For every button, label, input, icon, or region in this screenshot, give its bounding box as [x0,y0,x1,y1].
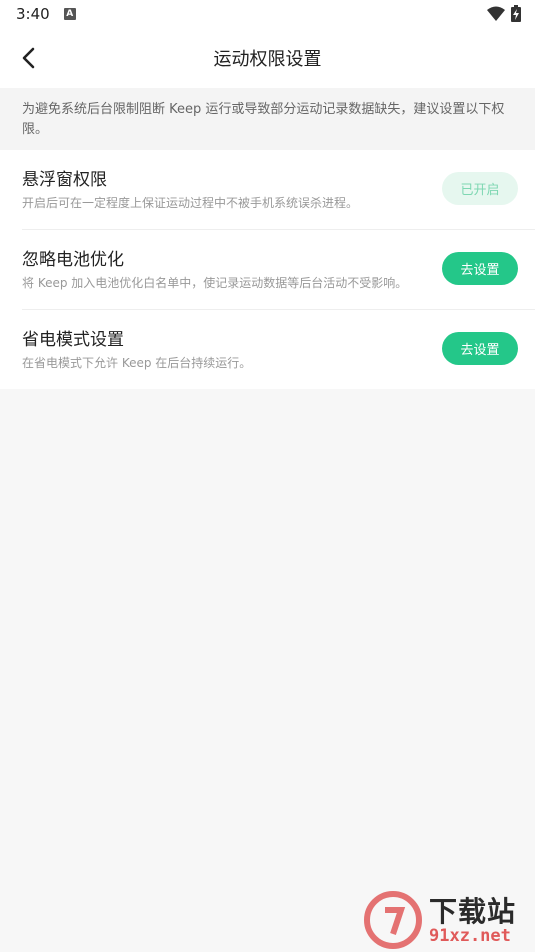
header: 运动权限设置 [0,28,535,88]
permission-item-battery-optimization: 忽略电池优化 将 Keep 加入电池优化白名单中，使记录运动数据等后台活动不受影… [0,230,535,310]
watermark-text-bottom: 91xz.net [429,926,511,946]
go-settings-button[interactable]: 去设置 [442,252,518,285]
page-title: 运动权限设置 [213,49,322,70]
permission-item-floating-window: 悬浮窗权限 开启后可在一定程度上保证运动过程中不被手机系统误杀进程。 已开启 [0,150,535,230]
notification-a-icon: A [63,8,76,20]
permission-item-power-saving: 省电模式设置 在省电模式下允许 Keep 在后台持续运行。 去设置 [0,310,535,389]
wifi-icon [487,6,505,21]
status-icons [487,5,521,22]
status-bar: 3:40 A [0,0,535,28]
status-time: 3:40 [16,5,50,23]
watermark-text-top: 下载站 [429,895,517,928]
back-arrow-icon[interactable] [18,46,42,70]
notice-text: 为避免系统后台限制阻断 Keep 运行或导致部分运动记录数据缺失，建议设置以下权… [0,88,535,150]
battery-charging-icon [511,5,521,22]
enabled-button[interactable]: 已开启 [442,172,518,205]
go-settings-button[interactable]: 去设置 [442,332,518,365]
permission-list: 悬浮窗权限 开启后可在一定程度上保证运动过程中不被手机系统误杀进程。 已开启 忽… [0,150,535,389]
watermark: 下载站 91xz.net [363,890,531,950]
watermark-logo-icon [364,891,422,949]
